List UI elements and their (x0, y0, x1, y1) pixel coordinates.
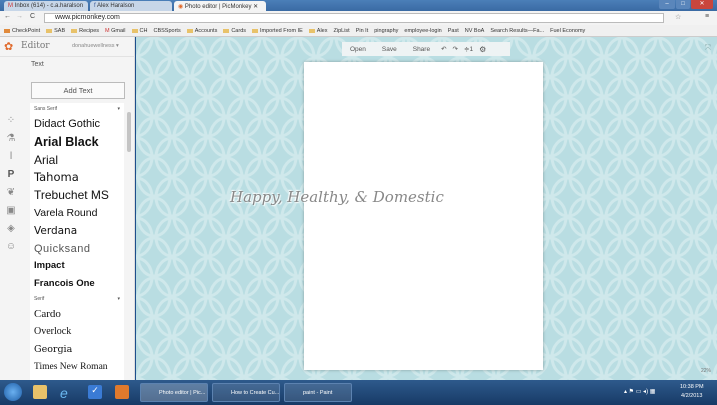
bookmark[interactable]: SAB (46, 28, 65, 34)
open-button[interactable]: Open (342, 46, 374, 53)
settings-gear-icon[interactable]: ⚙ (476, 45, 489, 54)
tab-inbox[interactable]: M Inbox (614) - c.a.haralson (4, 1, 88, 11)
bookmark[interactable]: Pin It (356, 28, 369, 34)
reload-icon[interactable]: C (30, 13, 35, 20)
tab-label: Inbox (614) - c.a.haralson (14, 3, 84, 9)
add-text-button[interactable]: Add Text (31, 82, 125, 99)
sidebar: ✿ Editor donahuewellness ▾ Text Add Text… (0, 37, 135, 380)
bookmark[interactable]: pingraphy (374, 28, 398, 34)
browser-tab-strip: M Inbox (614) - c.a.haralson f Alex Hara… (0, 0, 717, 11)
watermark-text[interactable]: Happy, Healthy, & Domestic (230, 188, 444, 206)
font-item[interactable]: Verdana (30, 222, 124, 240)
section-title: Text (31, 61, 44, 68)
bookmarks-bar: CheckPoint SAB Recipes M Gmail CH CBSSpo… (0, 25, 717, 37)
bookmark[interactable]: Search Results—Fa... (490, 28, 544, 34)
tab-facebook[interactable]: f Alex Haralson (90, 1, 172, 11)
font-item[interactable]: Quicksand (30, 240, 124, 258)
star-icon[interactable]: ☆ (675, 13, 681, 21)
font-item[interactable]: Impact (30, 257, 124, 275)
bookmark[interactable]: Fuel Economy (550, 28, 585, 34)
sidebar-header: ✿ Editor donahuewellness ▾ (0, 37, 135, 57)
font-item[interactable]: Times New Roman (30, 358, 124, 376)
clock-time[interactable]: 10:38 PM (680, 384, 704, 390)
bookmark[interactable]: ZipList (334, 28, 350, 34)
explorer-icon[interactable] (33, 385, 47, 399)
font-list: Sans Serif Didact Gothic Arial Black Ari… (30, 103, 124, 380)
editor-toolbar: Open Save Share ↶ ↷ ≑1 ⚙ (342, 42, 510, 56)
font-item[interactable]: Trebuchet MS (30, 186, 124, 204)
fullscreen-icon[interactable]: ⤧ (705, 43, 711, 53)
picmonkey-logo-icon: ✿ (4, 41, 14, 53)
bookmark[interactable]: Accounts (186, 28, 217, 34)
close-button[interactable]: ✕ (691, 0, 713, 9)
font-item[interactable]: Varela Round (30, 204, 124, 222)
bookmark[interactable]: CheckPoint (4, 28, 40, 34)
font-item[interactable]: Cardo (30, 305, 124, 323)
taskbar-item[interactable]: How to Create Cu... (212, 383, 280, 402)
bookmark[interactable]: M Gmail (105, 28, 126, 34)
font-item[interactable]: Didact Gothic (30, 115, 124, 133)
font-item[interactable]: Francois One (30, 275, 124, 293)
layers-icon[interactable]: ≑1 (461, 45, 476, 53)
frames-tool-icon[interactable]: ▣ (0, 205, 22, 223)
font-item[interactable]: Arial (30, 151, 124, 169)
overlays-tool-icon[interactable]: ❦ (0, 187, 22, 205)
tab-picmonkey[interactable]: ◉ Photo editor | PicMonkey ✕ (174, 1, 266, 11)
minimize-button[interactable]: – (659, 0, 675, 9)
share-button[interactable]: Share (405, 46, 438, 53)
bookmark[interactable]: CH (131, 28, 147, 34)
back-icon[interactable]: ← (4, 13, 11, 20)
bookmark[interactable]: Alex (308, 28, 328, 34)
clock-date[interactable]: 4/2/2013 (681, 393, 702, 399)
window-controls: – □ ✕ (659, 0, 713, 9)
font-item[interactable]: Arial Black (30, 133, 124, 151)
text-tool-icon[interactable]: P (0, 169, 22, 187)
bookmark[interactable]: Imported From IE (252, 28, 303, 34)
tab-label: Photo editor | PicMonkey (184, 4, 252, 10)
bookmark[interactable]: NV BoA (465, 28, 485, 34)
effects-tool-icon[interactable]: ⚗ (0, 133, 22, 151)
save-button[interactable]: Save (374, 46, 405, 53)
font-list-scrollbar[interactable] (127, 112, 131, 152)
bookmark[interactable]: Recipes (71, 28, 99, 34)
themes-tool-icon[interactable]: ☺ (0, 241, 22, 259)
taskbar-item[interactable]: paint - Paint (284, 383, 352, 402)
bookmark[interactable]: Past (448, 28, 459, 34)
tray-icons[interactable]: ▴ ⚑ ▭ ◂) ▦ (624, 388, 655, 395)
bookmark[interactable]: CBSSports (153, 28, 180, 34)
maximize-button[interactable]: □ (676, 0, 690, 9)
ie-icon[interactable]: e (60, 385, 74, 401)
redo-icon[interactable]: ↷ (450, 45, 461, 53)
start-button[interactable] (4, 383, 22, 401)
checklist-icon[interactable]: ✓ (88, 385, 102, 399)
crop-tool-icon[interactable]: ⁘ (0, 115, 22, 133)
menu-icon[interactable]: ≡ (705, 13, 709, 20)
textures-tool-icon[interactable]: ◈ (0, 223, 22, 241)
forward-icon[interactable]: → (16, 13, 23, 20)
taskbar-item[interactable]: Photo editor | Pic... (140, 383, 208, 402)
editor-workspace: Open Save Share ↶ ↷ ≑1 ⚙ ⤧ Happy, Health… (136, 37, 717, 380)
editor-logo: Editor (21, 41, 50, 51)
address-bar-row: ← → C www.picmonkey.com ☆ ≡ (0, 11, 717, 25)
touchup-tool-icon[interactable]: ǀ (0, 151, 22, 169)
undo-icon[interactable]: ↶ (438, 45, 449, 53)
font-category-dropdown[interactable]: Serif (30, 293, 124, 305)
url-input[interactable]: www.picmonkey.com (44, 13, 664, 23)
photo-canvas[interactable] (304, 62, 543, 370)
bookmark[interactable]: employee-login (404, 28, 441, 34)
font-item[interactable]: Georgia (30, 341, 124, 359)
bookmark[interactable]: Cards (223, 28, 246, 34)
font-item[interactable]: Tahoma (30, 168, 124, 186)
font-item[interactable]: Overlock (30, 323, 124, 341)
windows-taskbar: e ✓ Photo editor | Pic... How to Create … (0, 380, 717, 405)
zoom-level[interactable]: 22% (701, 368, 711, 374)
app-icon[interactable] (115, 385, 129, 399)
tab-label: Alex Haralson (97, 3, 135, 9)
tool-icons: ⁘ ⚗ ǀ P ❦ ▣ ◈ ☺ (0, 115, 22, 259)
font-category-dropdown[interactable]: Sans Serif (30, 103, 124, 115)
user-menu[interactable]: donahuewellness ▾ (72, 43, 119, 49)
